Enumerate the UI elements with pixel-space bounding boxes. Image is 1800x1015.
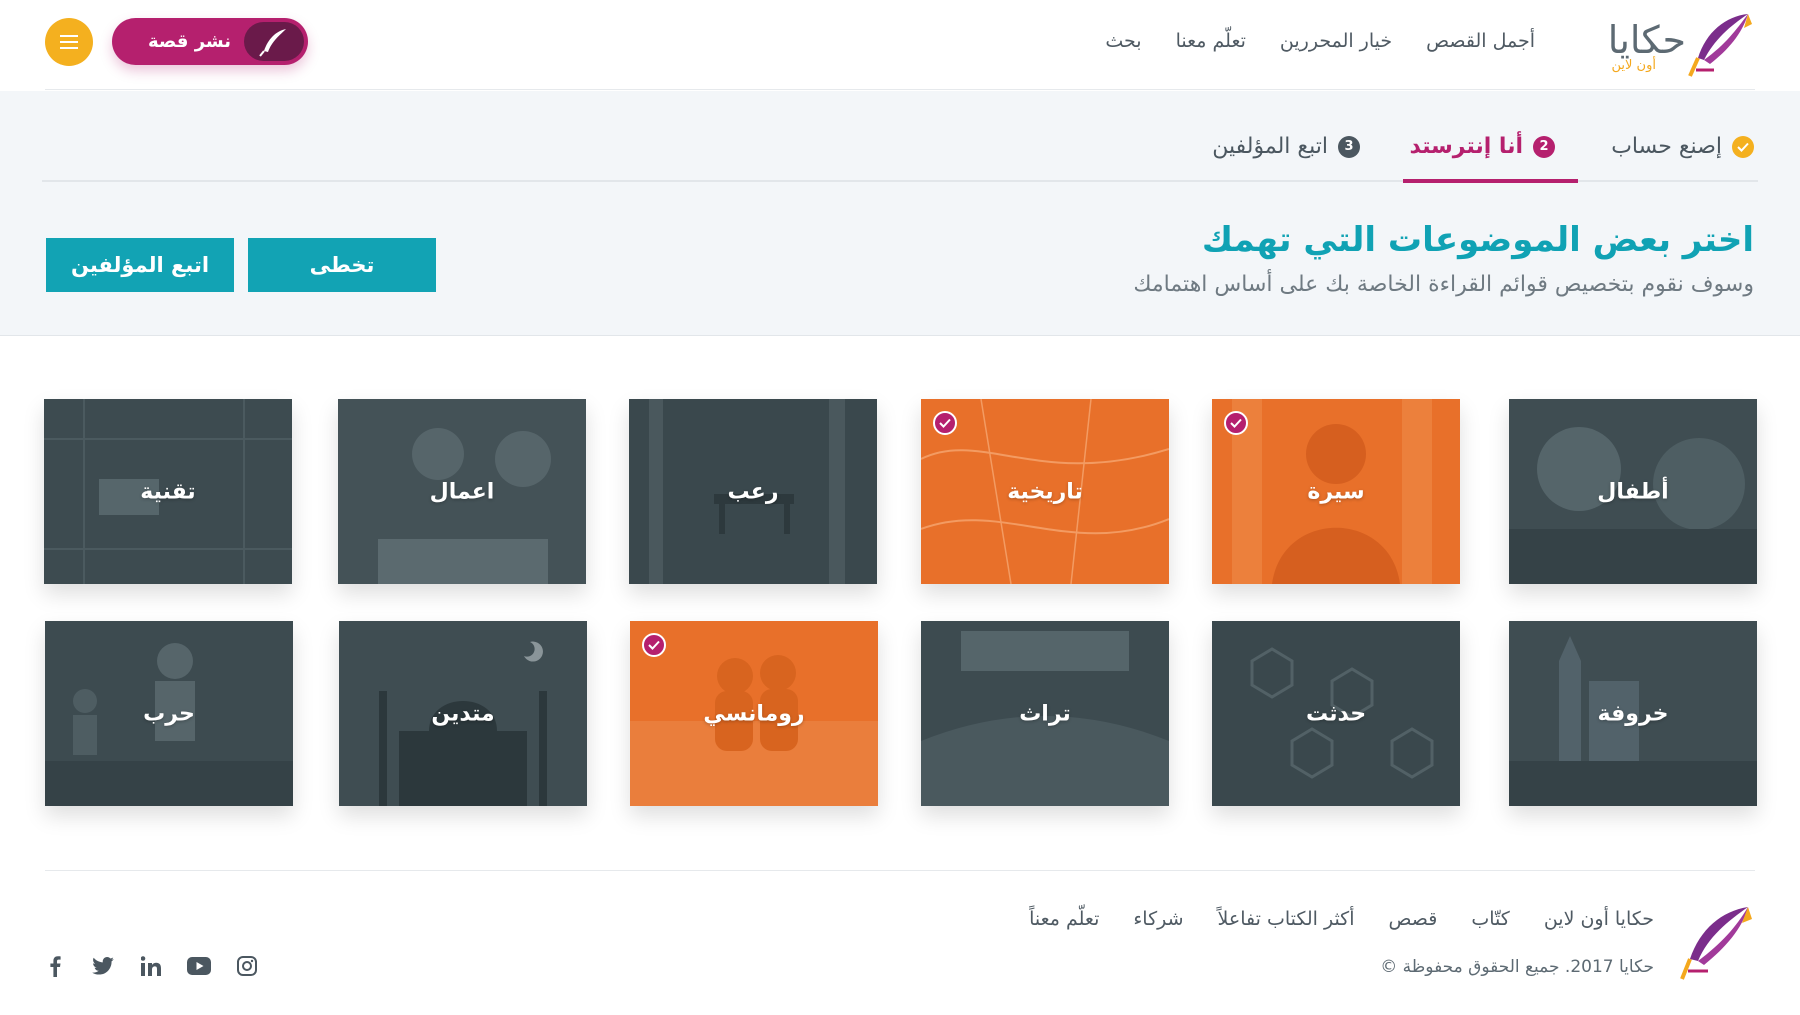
topic-label: حرب xyxy=(143,701,195,726)
footer-nav: حكايا أون لاين كتّاب قصص أكثر الكتاب تفا… xyxy=(1029,908,1654,930)
main-nav: أجمل القصص خيار المحررين تعلّم معنا بحث xyxy=(1105,30,1535,52)
step-follow-authors[interactable]: 3 اتبع المؤلفين xyxy=(1212,134,1360,159)
publish-story-button[interactable]: نشر قصة xyxy=(112,18,308,65)
instagram-icon[interactable] xyxy=(234,953,260,979)
publish-story-label: نشر قصة xyxy=(148,31,231,52)
onboarding-band xyxy=(0,91,1800,336)
step-label: أنا إنترستد xyxy=(1409,134,1523,159)
topic-label: تاريخية xyxy=(1007,479,1083,504)
topic-tile-war[interactable]: حرب xyxy=(45,621,293,806)
hamburger-icon xyxy=(60,35,78,49)
topic-tile-romance[interactable]: رومانسي xyxy=(630,621,878,806)
footer-link-top-writers[interactable]: أكثر الكتاب تفاعلاً xyxy=(1218,908,1355,930)
topic-tile-fairytale[interactable]: خروفة xyxy=(1509,621,1757,806)
step-number: 2 xyxy=(1533,135,1555,158)
footer-divider xyxy=(45,870,1755,871)
follow-authors-button[interactable]: اتبع المؤلفين xyxy=(46,238,234,292)
youtube-icon[interactable] xyxy=(186,953,212,979)
topic-tile-biography[interactable]: سيرة xyxy=(1212,399,1460,584)
header-divider xyxy=(45,89,1755,90)
footer-link-partners[interactable]: شركاء xyxy=(1133,908,1183,930)
brand-name: حكايا xyxy=(1607,18,1686,62)
step-number: 3 xyxy=(1338,135,1360,158)
step-create-account[interactable]: إصنع حساب xyxy=(1611,134,1754,159)
topic-tile-children[interactable]: أطفال xyxy=(1509,399,1757,584)
twitter-icon[interactable] xyxy=(90,953,116,979)
feather-logo-icon[interactable] xyxy=(1678,903,1756,981)
nav-best-stories[interactable]: أجمل القصص xyxy=(1426,30,1535,52)
facebook-icon[interactable] xyxy=(42,953,68,979)
selected-check-icon xyxy=(933,411,957,435)
menu-button[interactable] xyxy=(45,18,93,66)
linkedin-icon[interactable] xyxy=(138,953,164,979)
feather-logo-icon xyxy=(1688,14,1752,77)
nav-search[interactable]: بحث xyxy=(1105,30,1141,52)
step-label: اتبع المؤلفين xyxy=(1212,134,1328,159)
footer-link-writers[interactable]: كتّاب xyxy=(1471,908,1509,930)
topic-label: رعب xyxy=(727,479,779,504)
social-links xyxy=(42,953,260,979)
topic-label: حدثت xyxy=(1305,701,1367,726)
skip-button[interactable]: تخطى xyxy=(248,238,436,292)
nav-editors-choice[interactable]: خيار المحررين xyxy=(1280,30,1392,52)
topic-label: سيرة xyxy=(1307,479,1365,504)
topic-label: رومانسي xyxy=(703,701,805,726)
page-subtitle: وسوف نقوم بتخصيص قوائم القراءة الخاصة بك… xyxy=(1133,272,1754,297)
topic-tile-heritage[interactable]: تراث xyxy=(921,621,1169,806)
footer-link-about[interactable]: حكايا أون لاين xyxy=(1544,908,1654,930)
step-label: إصنع حساب xyxy=(1611,134,1722,159)
topic-tile-business[interactable]: اعمال xyxy=(338,399,586,584)
topic-tile-religious[interactable]: متدين xyxy=(339,621,587,806)
step-interests[interactable]: 2 أنا إنترستد xyxy=(1409,134,1555,159)
active-step-indicator xyxy=(1403,179,1578,183)
selected-check-icon xyxy=(1224,411,1248,435)
topic-label: تقنية xyxy=(140,479,196,504)
brand-sub: أون لاين xyxy=(1611,58,1657,73)
topic-label: متدين xyxy=(431,701,495,726)
nav-learn[interactable]: تعلّم معنا xyxy=(1176,30,1246,52)
topic-label: أطفال xyxy=(1597,479,1669,504)
topic-tile-happened[interactable]: حدثت xyxy=(1212,621,1460,806)
topic-tile-horror[interactable]: رعب xyxy=(629,399,877,584)
topic-tile-historical[interactable]: تاريخية xyxy=(921,399,1169,584)
topic-tile-technology[interactable]: تقنية xyxy=(44,399,292,584)
page-title: اختر بعض الموضوعات التي تهمك xyxy=(1201,220,1754,260)
footer-link-learn[interactable]: تعلّم معناً xyxy=(1029,908,1099,930)
topic-label: خروفة xyxy=(1597,701,1669,726)
quill-icon xyxy=(244,22,304,61)
check-icon xyxy=(1732,135,1754,158)
copyright-text: © حكايا 2017. جميع الحقوق محفوظة xyxy=(1380,957,1654,977)
topic-label: اعمال xyxy=(429,479,495,504)
brand-logo[interactable]: حكايا أون لاين xyxy=(1591,10,1756,80)
selected-check-icon xyxy=(642,633,666,657)
topic-label: تراث xyxy=(1019,701,1071,726)
footer-link-stories[interactable]: قصص xyxy=(1389,908,1438,930)
header: حكايا أون لاين أجمل القصص خيار المحررين … xyxy=(0,0,1800,90)
